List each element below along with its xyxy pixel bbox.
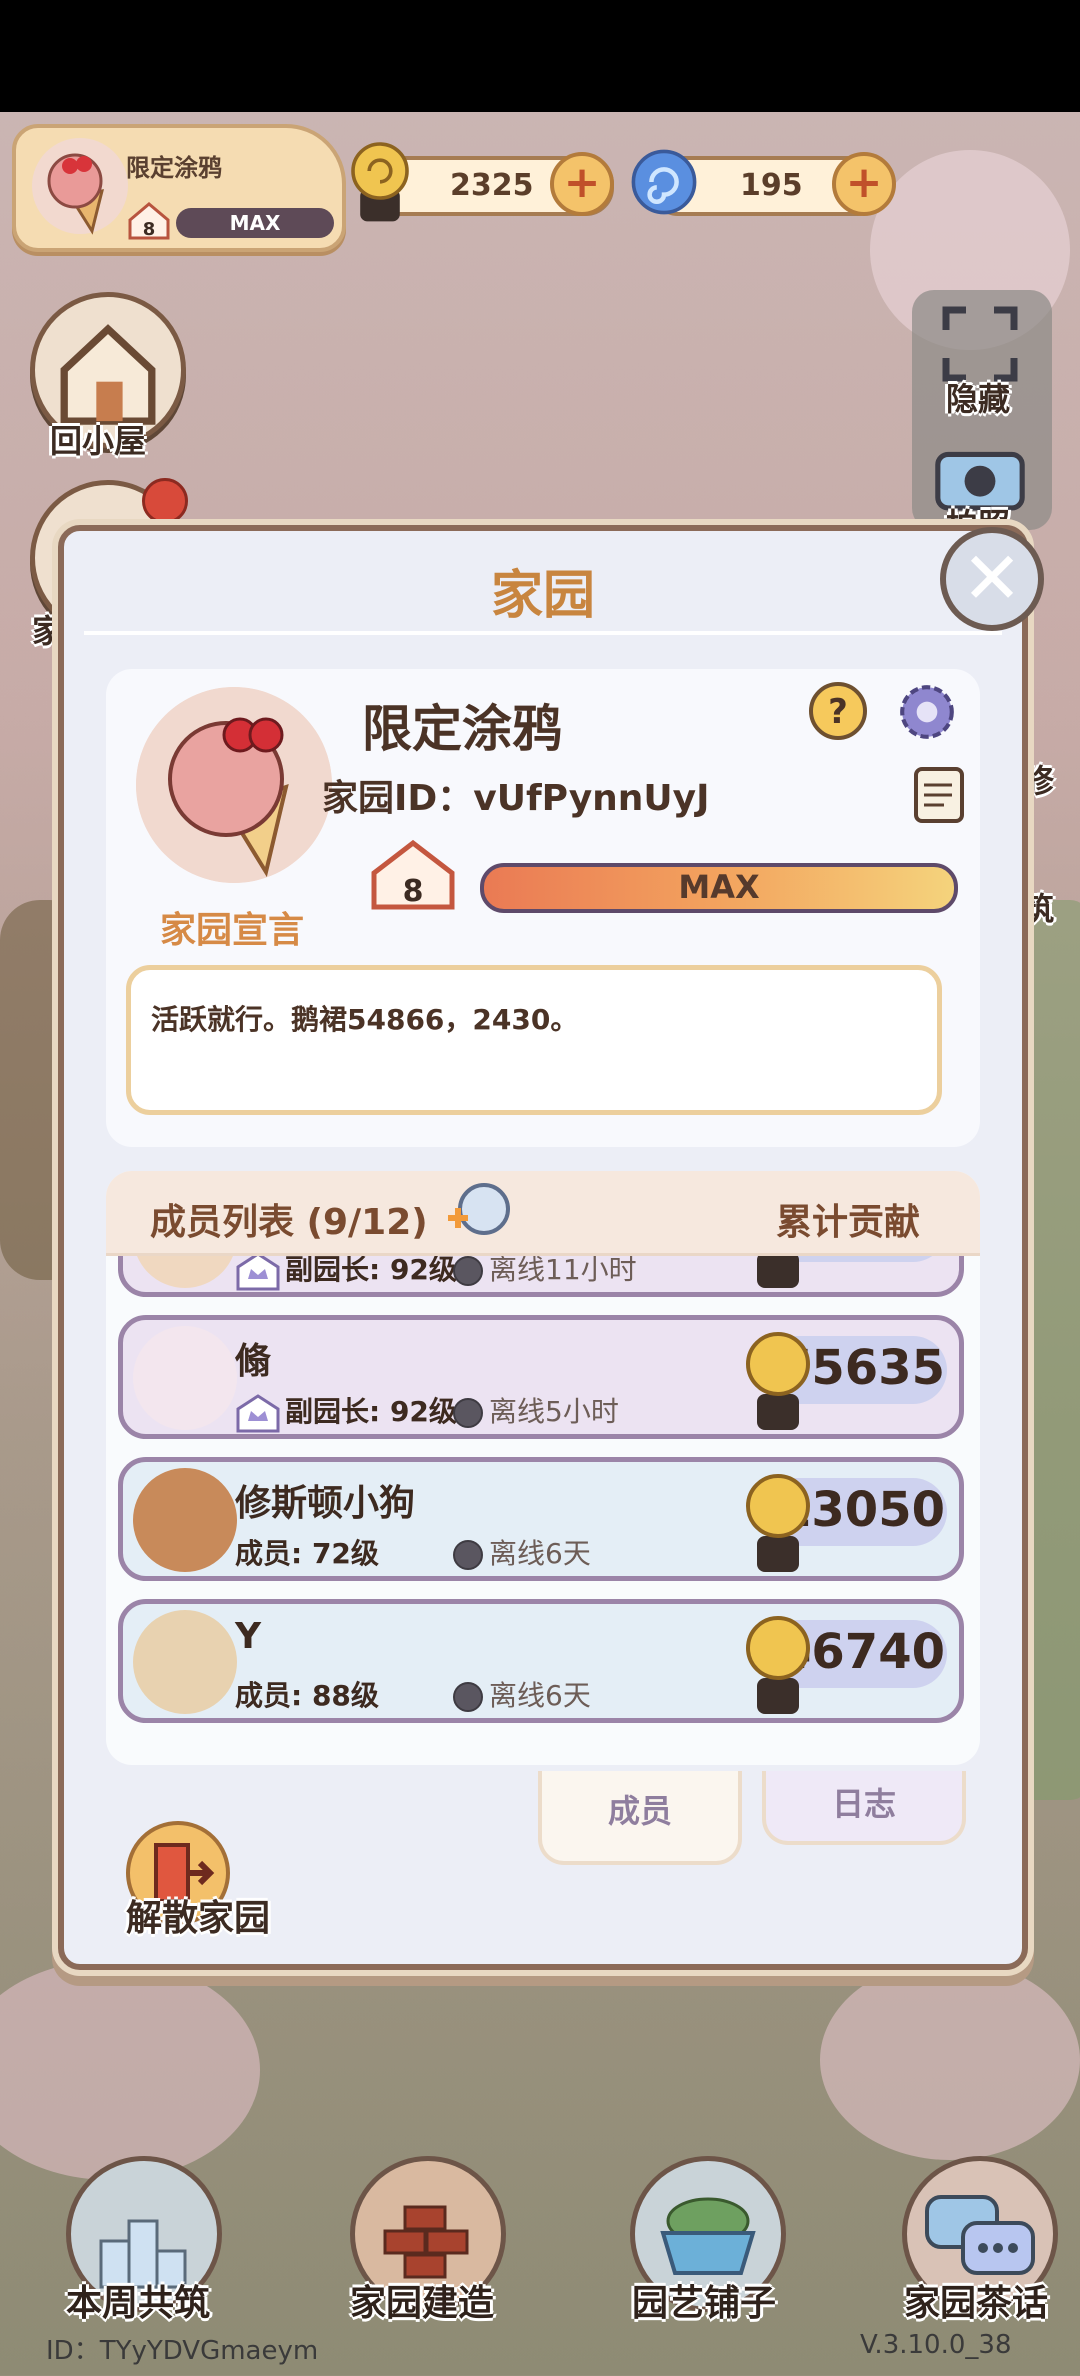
avatar xyxy=(133,1468,237,1572)
declaration-text: 活跃就行。鹅裙54866，2430。 xyxy=(151,1003,579,1036)
avatar xyxy=(133,1610,237,1714)
golden-snail-trophy-icon xyxy=(757,1253,799,1288)
member-role-text: 副园长: 92级 xyxy=(285,1253,457,1286)
member-role: 成员: 72级 xyxy=(235,1532,379,1572)
weekly-build-label: 本周共筑 xyxy=(65,2283,210,2324)
member-name: Y xyxy=(235,1616,262,1657)
garden-dialog: 家园 限定涂鸦 家园ID：vUfPynnUyJ ? 8 MAX 家园宣言 活跃就… xyxy=(58,525,1028,1970)
offline-dot xyxy=(453,1256,483,1286)
members-header: 成员列表 (9/12) 累计贡献 xyxy=(106,1171,980,1256)
golden-snail-trophy-icon xyxy=(746,1332,810,1430)
snail-coin-amount: 2325 xyxy=(450,168,534,203)
garden-chat-label: 家园茶话 xyxy=(903,2283,1048,2324)
player-id: ID：TYyYDVGmaeym xyxy=(46,2336,319,2366)
member-name: 翛 xyxy=(235,1341,272,1382)
member-role-text: 成员: 88级 xyxy=(235,1679,379,1712)
tab-members[interactable]: 成员 xyxy=(538,1771,742,1865)
member-status: 离线11小时 xyxy=(453,1253,637,1288)
golden-snail-trophy-icon xyxy=(746,1474,810,1572)
garden-build-label: 家园建造 xyxy=(349,2283,494,2324)
golden-snail-icon xyxy=(351,142,409,222)
svg-text:8: 8 xyxy=(143,219,156,240)
garden-id-value: vUfPynnUyJ xyxy=(473,778,710,819)
notification-dot xyxy=(142,478,188,524)
title-divider xyxy=(84,631,1002,635)
svg-text:?: ? xyxy=(828,692,848,732)
members-panel: 成员列表 (9/12) 累计贡献 副园长: 92级 离线11小时 翛 副园长: … xyxy=(106,1171,980,1765)
blossom-deco xyxy=(820,1960,1080,2160)
offline-dot xyxy=(453,1682,483,1712)
member-list[interactable]: 副园长: 92级 离线11小时 58210 翛 副园长: 92 xyxy=(106,1253,980,1765)
add-member-icon[interactable] xyxy=(444,1181,514,1241)
garden-name: 限定涂鸦 xyxy=(126,154,222,182)
version-text: V.3.10.0_38 xyxy=(860,2330,1012,2360)
garden-id: 家园ID：vUfPynnUyJ xyxy=(322,769,710,821)
hide-label: 隐藏 xyxy=(946,380,1011,418)
member-role: 成员: 88级 xyxy=(235,1674,379,1714)
list-item[interactable]: 翛 副园长: 92级 离线5小时 75635 xyxy=(118,1315,964,1439)
member-name: 修斯顿小狗 xyxy=(235,1483,416,1524)
dialog-title: 家园 xyxy=(490,566,595,626)
member-status-text: 离线6天 xyxy=(489,1679,591,1712)
member-status: 离线5小时 xyxy=(453,1390,619,1430)
back-home-label: 回小屋 xyxy=(50,422,147,460)
member-role: 副园长: 92级 xyxy=(235,1390,457,1433)
crown-badge-icon xyxy=(236,1253,280,1291)
golden-snail-trophy-icon xyxy=(746,1616,810,1714)
member-role: 副园长: 92级 xyxy=(235,1253,457,1291)
tab-log[interactable]: 日志 xyxy=(762,1771,966,1845)
member-role-text: 成员: 72级 xyxy=(235,1537,379,1570)
garden-avatar xyxy=(136,687,332,883)
copy-icon[interactable] xyxy=(912,765,966,825)
svg-text:8: 8 xyxy=(403,874,424,909)
help-icon[interactable]: ? xyxy=(808,681,868,741)
member-status: 离线6天 xyxy=(453,1532,591,1572)
level-max-bar: MAX xyxy=(176,208,334,238)
garden-id-label: 家园ID： xyxy=(322,778,474,819)
offline-dot xyxy=(453,1398,483,1428)
declaration-box[interactable]: 活跃就行。鹅裙54866，2430。 xyxy=(126,965,942,1115)
list-item[interactable]: Y 成员: 88级 离线6天 46740 xyxy=(118,1599,964,1723)
swirl-gem-icon xyxy=(631,149,697,215)
level-progress-bar: MAX xyxy=(480,863,958,913)
garden-shop-label: 园艺铺子 xyxy=(631,2283,776,2324)
blossom-deco xyxy=(0,1960,260,2180)
close-button[interactable]: ✕ xyxy=(940,527,1044,631)
house-level-icon: 8 xyxy=(371,839,455,910)
contribution-title: 累计贡献 xyxy=(775,1202,920,1243)
gear-icon[interactable] xyxy=(896,681,958,743)
add-gem-button[interactable]: + xyxy=(832,152,896,216)
gem-amount: 195 xyxy=(740,168,803,203)
offline-dot xyxy=(453,1540,483,1570)
avatar xyxy=(133,1253,237,1288)
avatar xyxy=(133,1326,237,1430)
garden-info-panel: 限定涂鸦 家园ID：vUfPynnUyJ ? 8 MAX 家园宣言 活跃就行。鹅… xyxy=(106,669,980,1147)
member-status-text: 离线11小时 xyxy=(489,1253,637,1286)
list-item[interactable]: 副园长: 92级 离线11小时 58210 xyxy=(118,1253,964,1297)
status-bar xyxy=(0,0,1080,112)
declaration-label: 家园宣言 xyxy=(160,910,305,951)
member-status-text: 离线6天 xyxy=(489,1537,591,1570)
house-level-icon: 8 xyxy=(128,202,170,240)
hide-icon[interactable] xyxy=(940,304,1020,384)
ice-cream-icon xyxy=(32,138,128,235)
members-title: 成员列表 (9/12) xyxy=(150,1202,428,1243)
disband-label: 解散家园 xyxy=(126,1898,271,1939)
dialog-garden-name: 限定涂鸦 xyxy=(362,700,562,758)
add-snail-coin-button[interactable]: + xyxy=(550,152,614,216)
crown-badge-icon xyxy=(236,1394,280,1433)
garden-card[interactable]: 限定涂鸦 8 MAX xyxy=(12,124,346,252)
list-item[interactable]: 修斯顿小狗 成员: 72级 离线6天 13050 xyxy=(118,1457,964,1581)
member-status: 离线6天 xyxy=(453,1674,591,1714)
member-role-text: 副园长: 92级 xyxy=(285,1395,457,1428)
member-status-text: 离线5小时 xyxy=(489,1395,619,1428)
